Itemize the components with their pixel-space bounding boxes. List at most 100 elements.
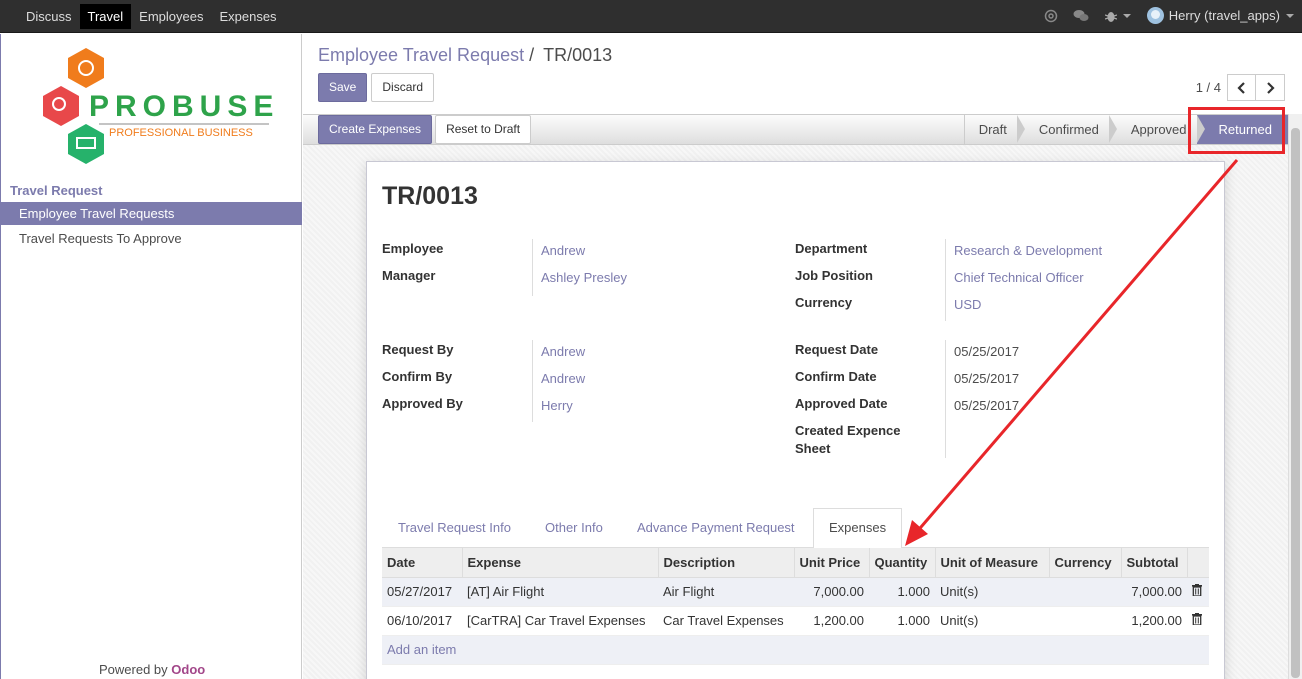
at-icon[interactable]: [1043, 8, 1059, 24]
column-header[interactable]: Description: [657, 548, 794, 578]
approved-by-value[interactable]: Herry: [541, 398, 573, 413]
logo-wordmark: PROBUSE: [89, 90, 279, 123]
column-header[interactable]: Unit of Measure: [934, 548, 1049, 578]
employee-label: Employee: [382, 241, 444, 256]
manager-value[interactable]: Ashley Presley: [541, 270, 627, 285]
reset-to-draft-button[interactable]: Reset to Draft: [435, 115, 532, 144]
column-header[interactable]: Date: [382, 548, 462, 578]
job-position-label: Job Position: [795, 268, 873, 283]
expenses-table: Date Expense Description Unit Price Quan…: [382, 548, 1209, 665]
cell-delete: [1187, 577, 1209, 607]
tab-other-info[interactable]: Other Info: [545, 520, 603, 535]
request-date-label: Request Date: [795, 342, 879, 357]
form-sheet: TR/0013 Employee Andrew Manager Ashley P…: [366, 161, 1225, 679]
form-view: TR/0013 Employee Andrew Manager Ashley P…: [303, 145, 1288, 679]
scrollbar[interactable]: [1288, 114, 1302, 679]
systray: Herry (travel_apps): [1043, 7, 1294, 24]
cell-date: 05/27/2017: [382, 577, 462, 607]
cell-description: Car Travel Expenses: [658, 606, 794, 636]
stage-draft[interactable]: Draft: [963, 115, 1026, 144]
column-header[interactable]: Unit Price: [793, 548, 869, 578]
breadcrumb: Employee Travel Request / TR/0013: [318, 45, 612, 66]
table-row[interactable]: 06/10/2017 [CarTRA] Car Travel Expenses …: [382, 606, 1209, 636]
tab-expenses[interactable]: Expenses: [813, 508, 903, 549]
cell-quantity: 1.000: [869, 577, 935, 607]
approved-by-label: Approved By: [382, 396, 463, 411]
cell-subtotal: 7,000.00: [1121, 577, 1187, 607]
menu-discuss[interactable]: Discuss: [18, 4, 80, 29]
scrollbar-thumb[interactable]: [1291, 128, 1300, 678]
avatar: [1146, 7, 1164, 24]
sidebar: PROBUSE PROFESSIONAL BUSINESS Travel Req…: [0, 34, 302, 679]
company-logo: PROBUSE PROFESSIONAL BUSINESS: [41, 46, 281, 172]
powered-by: Powered by Odoo: [99, 662, 205, 677]
user-menu[interactable]: Herry (travel_apps): [1146, 7, 1294, 24]
column-header[interactable]: Subtotal: [1120, 548, 1187, 578]
discard-button[interactable]: Discard: [371, 73, 435, 102]
trash-icon[interactable]: [1192, 584, 1202, 596]
add-item-row: Add an item: [382, 635, 1209, 665]
bug-icon[interactable]: [1103, 8, 1119, 24]
chevron-left-icon: [1236, 81, 1245, 94]
breadcrumb-parent[interactable]: Employee Travel Request: [318, 45, 524, 65]
save-button[interactable]: Save: [318, 73, 368, 102]
approved-date-value[interactable]: 05/25/2017: [954, 398, 1019, 413]
confirm-by-value[interactable]: Andrew: [541, 371, 585, 386]
sidebar-item-travel-requests-to-approve[interactable]: Travel Requests To Approve: [1, 227, 302, 250]
chat-icon[interactable]: [1073, 8, 1089, 24]
column-header[interactable]: Expense: [461, 548, 658, 578]
notebook-tabs: Travel Request Info Other Info Advance P…: [382, 508, 1209, 549]
pager-next-button[interactable]: [1256, 74, 1285, 101]
pager-previous-button[interactable]: [1227, 74, 1256, 101]
odoo-link[interactable]: Odoo: [171, 662, 205, 677]
job-position-value[interactable]: Chief Technical Officer: [954, 270, 1084, 285]
chevron-right-icon: [1267, 81, 1275, 94]
employee-value[interactable]: Andrew: [541, 243, 585, 258]
breadcrumb-current: TR/0013: [543, 45, 613, 65]
column-header-actions: [1186, 548, 1209, 578]
add-item-link[interactable]: Add an item: [382, 635, 1209, 665]
cell-expense: [AT] Air Flight: [462, 577, 658, 607]
menu-employees[interactable]: Employees: [131, 4, 211, 29]
cell-uom: Unit(s): [935, 606, 1049, 636]
department-value[interactable]: Research & Development: [954, 243, 1102, 258]
approved-date-label: Approved Date: [795, 396, 888, 411]
confirm-date-value[interactable]: 05/25/2017: [954, 371, 1019, 386]
cell-unit-price: 7,000.00: [794, 577, 869, 607]
create-expenses-button[interactable]: Create Expenses: [318, 115, 433, 144]
tab-advance-payment-request[interactable]: Advance Payment Request: [637, 520, 795, 535]
menu-travel[interactable]: Travel: [79, 4, 132, 29]
tab-travel-request-info[interactable]: Travel Request Info: [398, 520, 511, 535]
column-header[interactable]: Quantity: [868, 548, 935, 578]
table-header-row: Date Expense Description Unit Price Quan…: [382, 548, 1209, 578]
app-menu: Discuss Travel Employees Expenses: [18, 4, 285, 29]
table-row[interactable]: 05/27/2017 [AT] Air Flight Air Flight 7,…: [382, 577, 1209, 607]
department-label: Department: [795, 241, 868, 256]
stage-confirmed[interactable]: Confirmed: [1017, 115, 1117, 144]
pager-value[interactable]: 1 / 4: [1196, 80, 1221, 95]
created-expence-sheet-label: Created Expence Sheet: [795, 423, 901, 456]
breadcrumb-separator: /: [529, 45, 535, 65]
confirm-by-label: Confirm By: [382, 369, 453, 384]
cell-expense: [CarTRA] Car Travel Expenses: [462, 606, 658, 636]
menu-expenses[interactable]: Expenses: [211, 4, 284, 29]
currency-value[interactable]: USD: [954, 297, 981, 312]
cell-uom: Unit(s): [935, 577, 1049, 607]
section-travel-request: Travel Request: [10, 183, 103, 198]
cell-currency: [1049, 577, 1121, 607]
powered-by-label: Powered by: [99, 662, 168, 677]
trash-icon[interactable]: [1192, 613, 1202, 625]
sidebar-item-employee-travel-requests[interactable]: Employee Travel Requests: [1, 202, 302, 225]
manager-label: Manager: [382, 268, 436, 283]
column-header[interactable]: Currency: [1048, 548, 1121, 578]
request-date-value[interactable]: 05/25/2017: [954, 344, 1019, 359]
divider: [945, 340, 946, 458]
cell-delete: [1187, 606, 1209, 636]
form-statusbar: Create Expenses Reset to Draft Draft Con…: [303, 114, 1288, 145]
cell-subtotal: 1,200.00: [1121, 606, 1187, 636]
confirm-date-label: Confirm Date: [795, 369, 877, 384]
top-navbar: Discuss Travel Employees Expenses Herry …: [0, 0, 1302, 33]
pager: 1 / 4: [1196, 74, 1285, 101]
stage-approved[interactable]: Approved: [1109, 115, 1205, 144]
request-by-value[interactable]: Andrew: [541, 344, 585, 359]
